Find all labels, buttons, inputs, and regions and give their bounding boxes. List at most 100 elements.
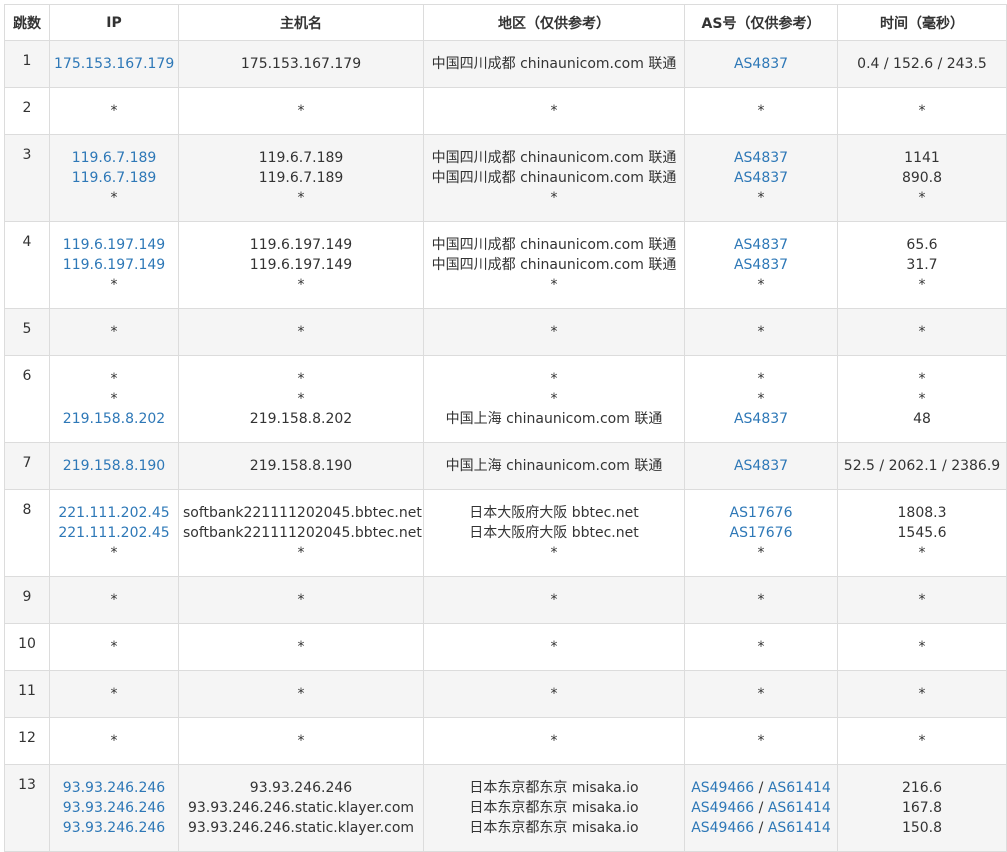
region-text: 日本东京都东京 misaka.io bbox=[469, 820, 639, 836]
hop-number: 8 bbox=[22, 502, 32, 518]
table-body: 1 175.153.167.179 175.153.167.179 中国四川成都 ch… bbox=[4, 40, 1007, 852]
asn-text: * bbox=[757, 639, 765, 655]
asn-cell: * bbox=[684, 670, 838, 718]
ip-cell: 119.6.197.149 119.6.197.149 * bbox=[49, 221, 179, 309]
hop-cell: 8 bbox=[4, 489, 50, 577]
header-time: 时间（毫秒） bbox=[837, 4, 1007, 41]
time-text: * bbox=[918, 391, 926, 407]
ip-link[interactable]: 221.111.202.45 bbox=[54, 503, 174, 523]
region-text: 中国四川成都 chinaunicom.com 联通 bbox=[431, 170, 677, 186]
asn-link[interactable]: AS4837 bbox=[734, 458, 788, 474]
asn-cell: * bbox=[684, 87, 838, 135]
hop-number: 7 bbox=[22, 455, 32, 471]
time-text: * bbox=[918, 190, 926, 206]
hostname-cell: * bbox=[178, 308, 424, 356]
asn-text: * bbox=[757, 277, 765, 293]
time-cell: 216.6 167.8 150.8 bbox=[837, 764, 1007, 852]
ip-cell: 93.93.246.246 93.93.246.246 93.93.246.246 bbox=[49, 764, 179, 852]
hostname-text: * bbox=[297, 686, 305, 702]
ip-link[interactable]: 219.158.8.202 bbox=[54, 409, 174, 429]
region-text: * bbox=[550, 592, 558, 608]
region-cell: * * 中国上海 chinaunicom.com 联通 bbox=[423, 355, 685, 443]
hop-number: 6 bbox=[22, 368, 32, 384]
ip-link: * bbox=[110, 103, 118, 119]
region-text: * bbox=[550, 686, 558, 702]
hop-number: 12 bbox=[18, 730, 36, 746]
asn-link[interactable]: AS4837 bbox=[734, 411, 788, 427]
time-text: 48 bbox=[913, 411, 931, 427]
header-ip: IP bbox=[49, 4, 179, 41]
asn-link[interactable]: AS4837 bbox=[734, 56, 788, 72]
hostname-cell: 93.93.246.246 93.93.246.246.static.klayer… bbox=[178, 764, 424, 852]
table-row: 10 * * * * * bbox=[4, 623, 1007, 671]
time-text: * bbox=[918, 277, 926, 293]
ip-link[interactable]: 219.158.8.190 bbox=[54, 456, 174, 476]
hop-cell: 12 bbox=[4, 717, 50, 765]
asn-link[interactable]: AS61414 bbox=[768, 780, 831, 796]
asn-link[interactable]: AS4837 bbox=[734, 237, 788, 253]
region-text: * bbox=[550, 324, 558, 340]
asn-line: AS49466 / AS61414 bbox=[689, 778, 833, 798]
asn-line: * bbox=[689, 731, 833, 751]
hop-cell: 2 bbox=[4, 87, 50, 135]
asn-link[interactable]: AS49466 bbox=[691, 780, 754, 796]
region-text: * bbox=[550, 371, 558, 387]
asn-link[interactable]: AS61414 bbox=[768, 800, 831, 816]
asn-link[interactable]: AS49466 bbox=[691, 800, 754, 816]
asn-cell: * * AS4837 bbox=[684, 355, 838, 443]
asn-line: * bbox=[689, 188, 833, 208]
ip-link[interactable]: 119.6.197.149 bbox=[54, 255, 174, 275]
asn-separator: / bbox=[754, 780, 768, 796]
ip-link[interactable]: 221.111.202.45 bbox=[54, 523, 174, 543]
hop-cell: 10 bbox=[4, 623, 50, 671]
ip-link[interactable]: 93.93.246.246 bbox=[54, 778, 174, 798]
asn-cell: * bbox=[684, 576, 838, 624]
hostname-cell: * * 219.158.8.202 bbox=[178, 355, 424, 443]
region-text: * bbox=[550, 277, 558, 293]
asn-separator: / bbox=[754, 800, 768, 816]
hostname-text: * bbox=[297, 545, 305, 561]
region-cell: * bbox=[423, 87, 685, 135]
ip-cell: * bbox=[49, 717, 179, 765]
ip-link: * bbox=[110, 391, 118, 407]
ip-link[interactable]: 119.6.197.149 bbox=[54, 235, 174, 255]
asn-link[interactable]: AS4837 bbox=[734, 170, 788, 186]
table-row: 2 * * * * * bbox=[4, 87, 1007, 135]
hostname-text: 119.6.197.149 bbox=[249, 237, 353, 253]
hostname-text: * bbox=[297, 190, 305, 206]
asn-line: * bbox=[689, 369, 833, 389]
hostname-cell: * bbox=[178, 87, 424, 135]
time-cell: * bbox=[837, 623, 1007, 671]
region-cell: 中国上海 chinaunicom.com 联通 bbox=[423, 442, 685, 490]
asn-separator: / bbox=[754, 820, 768, 836]
asn-text: * bbox=[757, 545, 765, 561]
asn-line: * bbox=[689, 684, 833, 704]
time-text: 167.8 bbox=[901, 800, 943, 816]
time-text: * bbox=[918, 592, 926, 608]
ip-link[interactable]: 175.153.167.179 bbox=[54, 54, 174, 74]
asn-link[interactable]: AS61414 bbox=[768, 820, 831, 836]
table-row: 9 * * * * * bbox=[4, 576, 1007, 624]
ip-link[interactable]: 119.6.7.189 bbox=[54, 148, 174, 168]
region-text: 中国上海 chinaunicom.com 联通 bbox=[445, 411, 663, 427]
ip-link[interactable]: 93.93.246.246 bbox=[54, 818, 174, 838]
asn-link[interactable]: AS4837 bbox=[734, 150, 788, 166]
ip-cell: 221.111.202.45 221.111.202.45 * bbox=[49, 489, 179, 577]
hostname-text: * bbox=[297, 103, 305, 119]
table-row: 13 93.93.246.246 93.93.246.246 93.93.246.24… bbox=[4, 764, 1007, 852]
asn-link[interactable]: AS17676 bbox=[730, 525, 793, 541]
hop-cell: 13 bbox=[4, 764, 50, 852]
asn-link[interactable]: AS17676 bbox=[730, 505, 793, 521]
asn-line: * bbox=[689, 590, 833, 610]
time-cell: * * 48 bbox=[837, 355, 1007, 443]
asn-link[interactable]: AS49466 bbox=[691, 820, 754, 836]
ip-link[interactable]: 93.93.246.246 bbox=[54, 798, 174, 818]
time-text: 52.5 / 2062.1 / 2386.9 bbox=[843, 458, 1001, 474]
hop-cell: 4 bbox=[4, 221, 50, 309]
ip-link[interactable]: 119.6.7.189 bbox=[54, 168, 174, 188]
time-cell: 1141 890.8 * bbox=[837, 134, 1007, 222]
asn-link[interactable]: AS4837 bbox=[734, 257, 788, 273]
region-text: 中国四川成都 chinaunicom.com 联通 bbox=[431, 237, 677, 253]
time-text: 1545.6 bbox=[897, 525, 947, 541]
asn-text: * bbox=[757, 103, 765, 119]
